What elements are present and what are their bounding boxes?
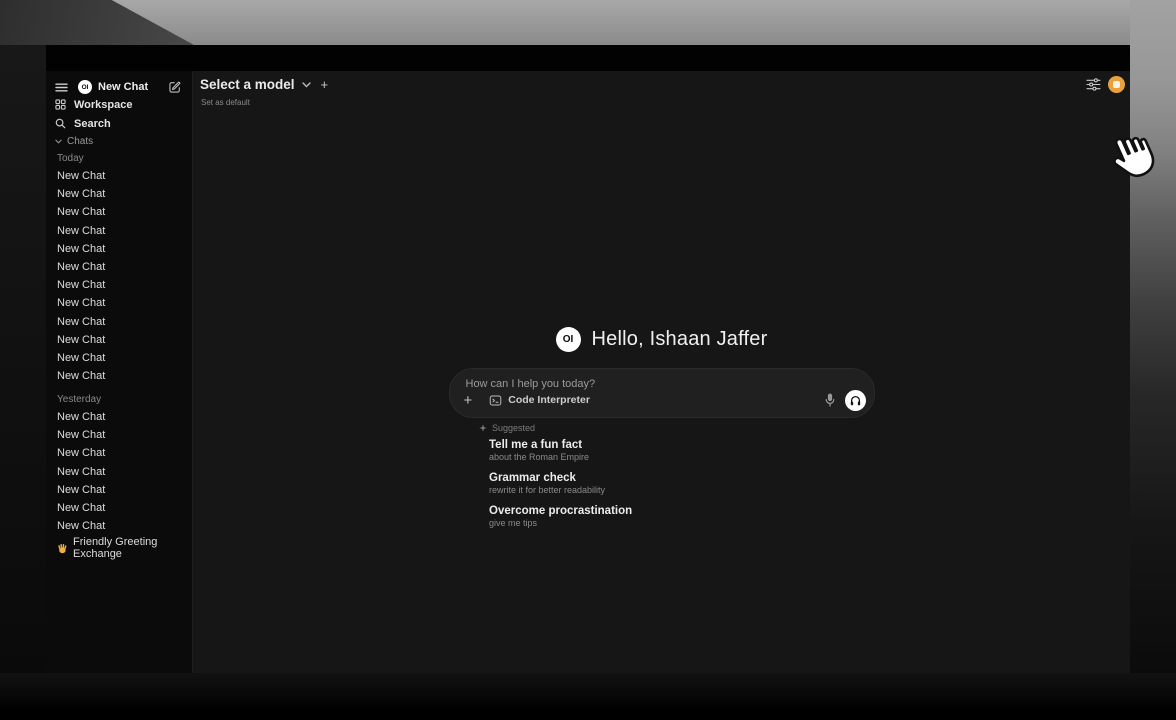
model-selector[interactable]: Select a model + xyxy=(200,77,328,92)
greeting-text: Hello, Ishaan Jaffer xyxy=(592,328,768,351)
sidebar: OI New Chat Workspace Search xyxy=(46,71,193,673)
header-controls xyxy=(1086,76,1125,93)
set-as-default-link[interactable]: Set as default xyxy=(201,98,250,107)
new-chat-edit-icon[interactable] xyxy=(168,80,182,94)
desktop-stage: OI New Chat Workspace Search xyxy=(0,0,1176,720)
app-logo-icon[interactable]: OI xyxy=(78,80,92,94)
code-interpreter-toggle[interactable]: Code Interpreter xyxy=(489,394,590,407)
controls-sliders-icon[interactable] xyxy=(1086,78,1101,91)
model-selector-label: Select a model xyxy=(200,77,295,92)
sidebar-toggle-icon[interactable] xyxy=(55,82,68,93)
sidebar-title: New Chat xyxy=(98,81,148,93)
chat-group-label-yesterday: Yesterday xyxy=(57,394,101,405)
suggestion-title: Grammar check xyxy=(489,472,829,485)
suggestion-subtitle: rewrite it for better readability xyxy=(489,485,829,496)
chat-list-item-friendly-greeting[interactable]: Friendly Greeting Exchange xyxy=(57,536,192,560)
chat-group-label-today: Today xyxy=(57,153,84,164)
message-composer: + Code Interpreter xyxy=(449,368,875,418)
chat-title: Friendly Greeting Exchange xyxy=(73,536,192,560)
chat-list-today: New ChatNew ChatNew ChatNew ChatNew Chat… xyxy=(46,167,192,385)
sidebar-item-label: Workspace xyxy=(74,99,133,111)
suggestion-title: Overcome procrastination xyxy=(489,505,829,518)
wallpaper-bottom-band xyxy=(0,673,1176,720)
sidebar-item-label: Search xyxy=(74,118,111,130)
chat-list-item[interactable]: New Chat xyxy=(46,408,192,426)
chat-list-item[interactable]: New Chat xyxy=(46,240,192,258)
suggestion-subtitle: about the Roman Empire xyxy=(489,452,829,463)
chat-list-item[interactable]: New Chat xyxy=(46,426,192,444)
voice-call-button[interactable] xyxy=(845,390,866,411)
wave-hand-icon xyxy=(57,543,68,554)
chat-list-item[interactable]: New Chat xyxy=(46,499,192,517)
chat-list-item[interactable]: New Chat xyxy=(46,276,192,294)
chat-list-yesterday: New ChatNew ChatNew ChatNew ChatNew Chat… xyxy=(46,408,192,535)
app-window: OI New Chat Workspace Search xyxy=(46,45,1130,673)
main-panel: Select a model + Set as default OI Hello… xyxy=(193,71,1130,673)
chat-list-item[interactable]: New Chat xyxy=(46,367,192,385)
sidebar-item-workspace[interactable]: Workspace xyxy=(46,96,192,113)
app-logo-icon: OI xyxy=(556,327,581,352)
suggestion-item[interactable]: Tell me a fun fact about the Roman Empir… xyxy=(489,439,829,463)
wallpaper-right-column xyxy=(1130,0,1176,675)
headphones-icon xyxy=(849,394,862,407)
suggestion-item[interactable]: Grammar check rewrite it for better read… xyxy=(489,472,829,496)
chat-list-item[interactable]: New Chat xyxy=(46,167,192,185)
chat-list-item[interactable]: New Chat xyxy=(46,185,192,203)
chat-list-item[interactable]: New Chat xyxy=(46,331,192,349)
suggestion-list: Tell me a fun fact about the Roman Empir… xyxy=(489,439,829,538)
chevron-down-icon xyxy=(55,139,62,144)
chat-list-item[interactable]: New Chat xyxy=(46,203,192,221)
chat-list-item[interactable]: New Chat xyxy=(46,444,192,462)
suggestion-subtitle: give me tips xyxy=(489,518,829,529)
suggestion-title: Tell me a fun fact xyxy=(489,439,829,452)
chats-section-label: Chats xyxy=(67,136,93,147)
chat-list-item[interactable]: New Chat xyxy=(46,349,192,367)
chat-list-item[interactable]: New Chat xyxy=(46,481,192,499)
chevron-down-icon xyxy=(302,82,311,88)
chat-list-item[interactable]: New Chat xyxy=(46,517,192,535)
sparkle-icon xyxy=(479,424,487,432)
code-interpreter-label: Code Interpreter xyxy=(508,394,590,406)
sidebar-header: OI New Chat xyxy=(46,77,192,97)
attach-plus-button[interactable]: + xyxy=(464,393,473,408)
workspace-icon xyxy=(55,99,67,110)
search-icon xyxy=(55,118,67,129)
window-top-strip xyxy=(46,45,1130,71)
code-interpreter-icon xyxy=(489,394,502,407)
chat-list-item[interactable]: New Chat xyxy=(46,313,192,331)
add-model-button[interactable]: + xyxy=(321,78,329,91)
greeting-block: OI Hello, Ishaan Jaffer xyxy=(193,327,1130,352)
chat-list-item[interactable]: New Chat xyxy=(46,258,192,276)
suggested-section-label: Suggested xyxy=(479,423,535,433)
wallpaper-left-column xyxy=(0,45,46,690)
chat-list-item[interactable]: New Chat xyxy=(46,294,192,312)
chat-list-item[interactable]: New Chat xyxy=(46,463,192,481)
composer-toolbar: + Code Interpreter xyxy=(462,389,866,411)
suggestion-item[interactable]: Overcome procrastination give me tips xyxy=(489,505,829,529)
chat-list-item[interactable]: New Chat xyxy=(46,222,192,240)
user-avatar[interactable] xyxy=(1108,76,1125,93)
suggested-label-text: Suggested xyxy=(492,423,535,433)
microphone-icon[interactable] xyxy=(824,392,836,408)
sidebar-item-search[interactable]: Search xyxy=(46,115,192,132)
chats-section-header[interactable]: Chats xyxy=(55,136,93,147)
